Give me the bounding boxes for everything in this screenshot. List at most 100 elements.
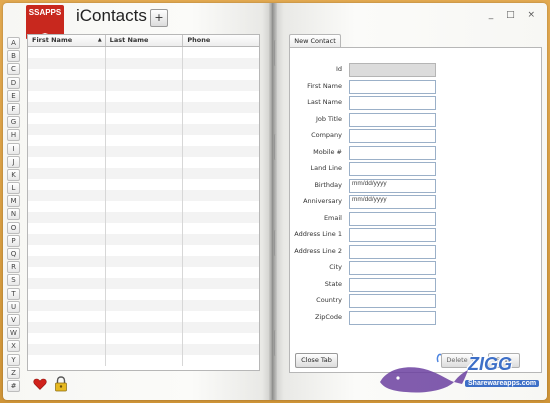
form-row: City xyxy=(290,261,540,275)
alphabet-tab-p[interactable]: P xyxy=(7,234,20,247)
field-input-email[interactable] xyxy=(349,211,436,226)
alphabet-tab-w[interactable]: W xyxy=(7,327,20,340)
field-input-company[interactable] xyxy=(349,129,436,143)
table-row[interactable] xyxy=(28,190,259,201)
alphabet-tab-s[interactable]: S xyxy=(7,274,20,287)
alphabet-tab-y[interactable]: Y xyxy=(7,353,20,366)
table-cell xyxy=(183,168,259,179)
table-row[interactable] xyxy=(28,58,259,69)
alphabet-tab-v[interactable]: V xyxy=(7,313,20,326)
table-row[interactable] xyxy=(28,278,259,289)
field-input-mobile[interactable] xyxy=(349,145,436,160)
alphabet-tab-x[interactable]: X xyxy=(7,340,20,353)
table-row[interactable] xyxy=(28,47,259,58)
table-row[interactable] xyxy=(28,355,259,366)
table-row[interactable] xyxy=(28,168,259,179)
alphabet-tab-u[interactable]: U xyxy=(7,300,20,313)
close-tab-button[interactable]: Close Tab xyxy=(295,353,338,368)
table-row[interactable] xyxy=(28,146,259,157)
table-row[interactable] xyxy=(28,344,259,355)
field-input-state[interactable] xyxy=(349,277,436,292)
field-input-land-line[interactable] xyxy=(349,162,436,176)
table-row[interactable] xyxy=(28,157,259,168)
table-row[interactable] xyxy=(28,223,259,234)
alphabet-tab-hash[interactable]: # xyxy=(7,379,20,392)
field-input-job-title[interactable] xyxy=(349,112,436,127)
alphabet-tab-g[interactable]: G xyxy=(7,116,20,129)
table-cell xyxy=(28,124,106,135)
alphabet-tab-o[interactable]: O xyxy=(7,221,20,234)
table-cell xyxy=(28,47,106,58)
form-row: Mobile # xyxy=(290,145,540,160)
table-cell xyxy=(106,278,184,289)
field-input-last-name[interactable] xyxy=(349,96,436,110)
field-input-first-name[interactable] xyxy=(349,79,436,94)
table-row[interactable] xyxy=(28,289,259,300)
table-row[interactable] xyxy=(28,69,259,80)
lock-icon[interactable] xyxy=(54,376,68,392)
field-input-address-line-1[interactable] xyxy=(349,228,436,242)
table-row[interactable] xyxy=(28,80,259,91)
table-cell xyxy=(106,333,184,344)
table-row[interactable] xyxy=(28,91,259,102)
field-input-birthday[interactable]: mm/dd/yyyy xyxy=(349,178,436,193)
alphabet-tab-n[interactable]: N xyxy=(7,208,20,221)
form-row: Birthday mm/dd/yyyy xyxy=(290,178,540,193)
contacts-grid[interactable]: First Name ▲ Last Name Phone xyxy=(27,34,260,371)
field-input-anniversary[interactable]: mm/dd/yyyy xyxy=(349,195,436,209)
field-input-city[interactable] xyxy=(349,261,436,275)
table-row[interactable] xyxy=(28,234,259,245)
field-label: Anniversary xyxy=(303,197,342,205)
alphabet-tab-c[interactable]: C xyxy=(7,63,20,76)
add-contact-button[interactable]: + xyxy=(150,9,168,27)
table-cell xyxy=(28,234,106,245)
field-input-zipcode[interactable] xyxy=(349,310,436,325)
table-row[interactable] xyxy=(28,124,259,135)
column-header-phone[interactable]: Phone xyxy=(183,35,259,46)
column-header-last-name[interactable]: Last Name xyxy=(106,35,184,46)
table-row[interactable] xyxy=(28,179,259,190)
alphabet-tab-z[interactable]: Z xyxy=(7,366,20,379)
field-input-country[interactable] xyxy=(349,294,436,308)
alphabet-tab-a[interactable]: A xyxy=(7,37,20,49)
table-row[interactable] xyxy=(28,245,259,256)
table-row[interactable] xyxy=(28,333,259,344)
binding-ring xyxy=(274,134,277,160)
alphabet-tab-l[interactable]: L xyxy=(7,182,20,195)
alphabet-tab-d[interactable]: D xyxy=(7,76,20,89)
alphabet-tab-b[interactable]: B xyxy=(7,50,20,63)
tab-new-contact[interactable]: New Contact xyxy=(289,34,341,47)
table-cell xyxy=(183,91,259,102)
alphabet-tab-k[interactable]: K xyxy=(7,168,20,181)
table-row[interactable] xyxy=(28,267,259,278)
alphabet-tab-f[interactable]: F xyxy=(7,102,20,115)
table-cell xyxy=(106,146,184,157)
table-cell xyxy=(183,124,259,135)
table-row[interactable] xyxy=(28,212,259,223)
table-cell xyxy=(106,135,184,146)
alphabet-tab-m[interactable]: M xyxy=(7,195,20,208)
field-input-address-line-2[interactable] xyxy=(349,244,436,259)
table-cell xyxy=(28,113,106,124)
table-cell xyxy=(28,168,106,179)
table-row[interactable] xyxy=(28,102,259,113)
alphabet-tab-r[interactable]: R xyxy=(7,261,20,274)
table-row[interactable] xyxy=(28,300,259,311)
column-header-first-name[interactable]: First Name ▲ xyxy=(28,35,106,46)
table-cell xyxy=(106,311,184,322)
alphabet-tab-q[interactable]: Q xyxy=(7,248,20,260)
heart-icon[interactable] xyxy=(33,377,47,391)
table-row[interactable] xyxy=(28,322,259,333)
alphabet-tab-e[interactable]: E xyxy=(7,89,20,102)
table-row[interactable] xyxy=(28,201,259,212)
alphabet-tab-h[interactable]: H xyxy=(7,129,20,142)
alphabet-tab-j[interactable]: J xyxy=(7,155,20,168)
table-row[interactable] xyxy=(28,311,259,322)
window-controls[interactable]: _ □ × xyxy=(489,10,540,20)
table-row[interactable] xyxy=(28,113,259,124)
alphabet-tab-t[interactable]: T xyxy=(7,287,20,300)
table-row[interactable] xyxy=(28,135,259,146)
alphabet-tab-i[interactable]: I xyxy=(7,142,20,155)
table-cell xyxy=(106,344,184,355)
table-row[interactable] xyxy=(28,256,259,267)
